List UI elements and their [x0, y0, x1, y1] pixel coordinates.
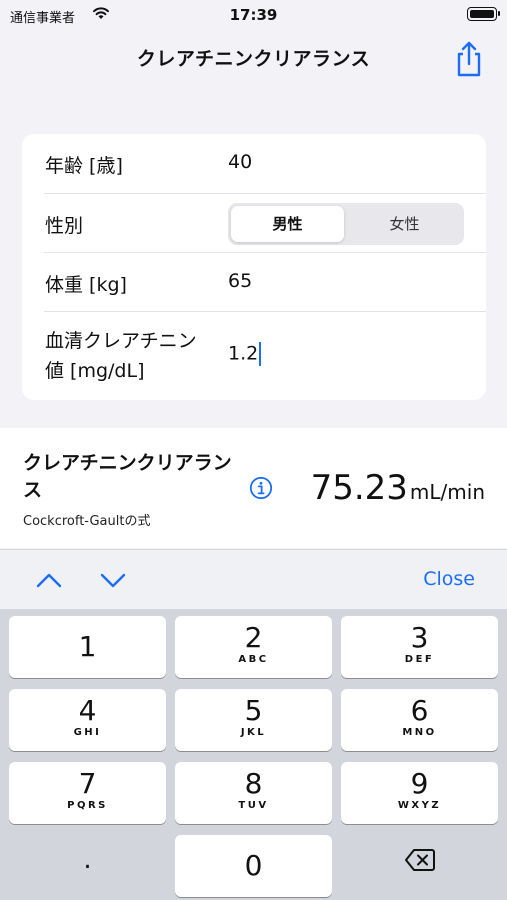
age-row: 年齢 [歳] 40 [22, 134, 486, 193]
result-unit: mL/min [409, 480, 485, 504]
text-cursor [259, 342, 262, 366]
creatinine-label-line2: 値 [mg/dL] [45, 360, 145, 382]
result-panel: クレアチニンクリアランス Cockcroft-Gaultの式 75.23 mL/m… [0, 428, 507, 548]
share-icon[interactable] [452, 40, 486, 78]
key-8[interactable]: 8 TUV [175, 762, 332, 824]
sex-option-female[interactable]: 女性 [348, 206, 461, 242]
key-letters: JKL [240, 727, 267, 738]
weight-label: 体重 [kg] [45, 274, 127, 296]
key-letters: GHI [73, 727, 102, 738]
key-3[interactable]: 3 DEF [341, 616, 498, 678]
result-subtitle: Cockcroft-Gaultの式 [23, 514, 151, 529]
key-number: 4 [78, 694, 97, 727]
creatinine-value: 1.2 [228, 342, 259, 365]
key-letters: PQRS [67, 800, 108, 811]
delete-icon [405, 849, 435, 871]
decimal-key[interactable]: . [9, 829, 166, 891]
key-number: 0 [244, 849, 263, 882]
battery-icon [467, 7, 500, 21]
key-number: 6 [410, 694, 429, 727]
age-input[interactable]: 40 [228, 151, 252, 173]
key-number: 3 [410, 621, 429, 654]
key-number: 1 [78, 630, 97, 663]
creatinine-row: 血清クレアチニン 値 [mg/dL] 1.2 [22, 312, 486, 400]
key-letters: MNO [402, 727, 437, 738]
weight-input[interactable]: 65 [228, 270, 252, 292]
sex-option-male[interactable]: 男性 [231, 206, 344, 242]
key-number: 5 [244, 694, 263, 727]
key-letters: WXYZ [397, 800, 442, 811]
result-title: クレアチニンクリアランス [23, 452, 232, 501]
key-number: 9 [410, 767, 429, 800]
age-label: 年齢 [歳] [45, 155, 123, 177]
creatinine-input[interactable]: 1.2 [228, 342, 262, 366]
key-letters: DEF [404, 654, 435, 665]
key-7[interactable]: 7 PQRS [9, 762, 166, 824]
result-number: 75.23 [310, 468, 408, 508]
key-number: 7 [78, 767, 97, 800]
key-5[interactable]: 5 JKL [175, 689, 332, 751]
chevron-down-icon[interactable] [99, 567, 127, 593]
key-letters: TUV [238, 800, 269, 811]
key-4[interactable]: 4 GHI [9, 689, 166, 751]
sex-label: 性別 [45, 215, 84, 237]
page-title: クレアチニンクリアランス [136, 48, 371, 70]
key-2[interactable]: 2 ABC [175, 616, 332, 678]
input-form-card: 年齢 [歳] 40 性別 男性 女性 体重 [kg] 65 血清クレアチニン 値… [22, 134, 486, 400]
status-time: 17:39 [229, 6, 278, 24]
key-number: 2 [244, 621, 263, 654]
key-number: 8 [244, 767, 263, 800]
sex-segmented-control[interactable]: 男性 女性 [228, 203, 464, 245]
weight-row: 体重 [kg] 65 [22, 253, 486, 311]
keyboard-toolbar: Close [0, 549, 507, 609]
key-6[interactable]: 6 MNO [341, 689, 498, 751]
info-icon[interactable] [249, 476, 273, 500]
key-letters: ABC [238, 654, 269, 665]
close-button[interactable]: Close [423, 568, 475, 590]
result-value: 75.23 mL/min [311, 468, 485, 508]
key-1[interactable]: 1 [9, 616, 166, 678]
creatinine-label: 血清クレアチニン 値 [mg/dL] [45, 326, 197, 386]
number-pad: 1 2 ABC 3 DEF 4 GHI 5 JKL 6 MNO 7 PQRS 8… [0, 609, 507, 900]
key-9[interactable]: 9 WXYZ [341, 762, 498, 824]
status-bar: 通信事業者 17:39 [0, 0, 507, 32]
chevron-up-icon[interactable] [35, 567, 63, 593]
creatinine-label-line1: 血清クレアチニン [45, 330, 197, 352]
delete-key[interactable] [341, 829, 498, 891]
key-0[interactable]: 0 [175, 835, 332, 897]
